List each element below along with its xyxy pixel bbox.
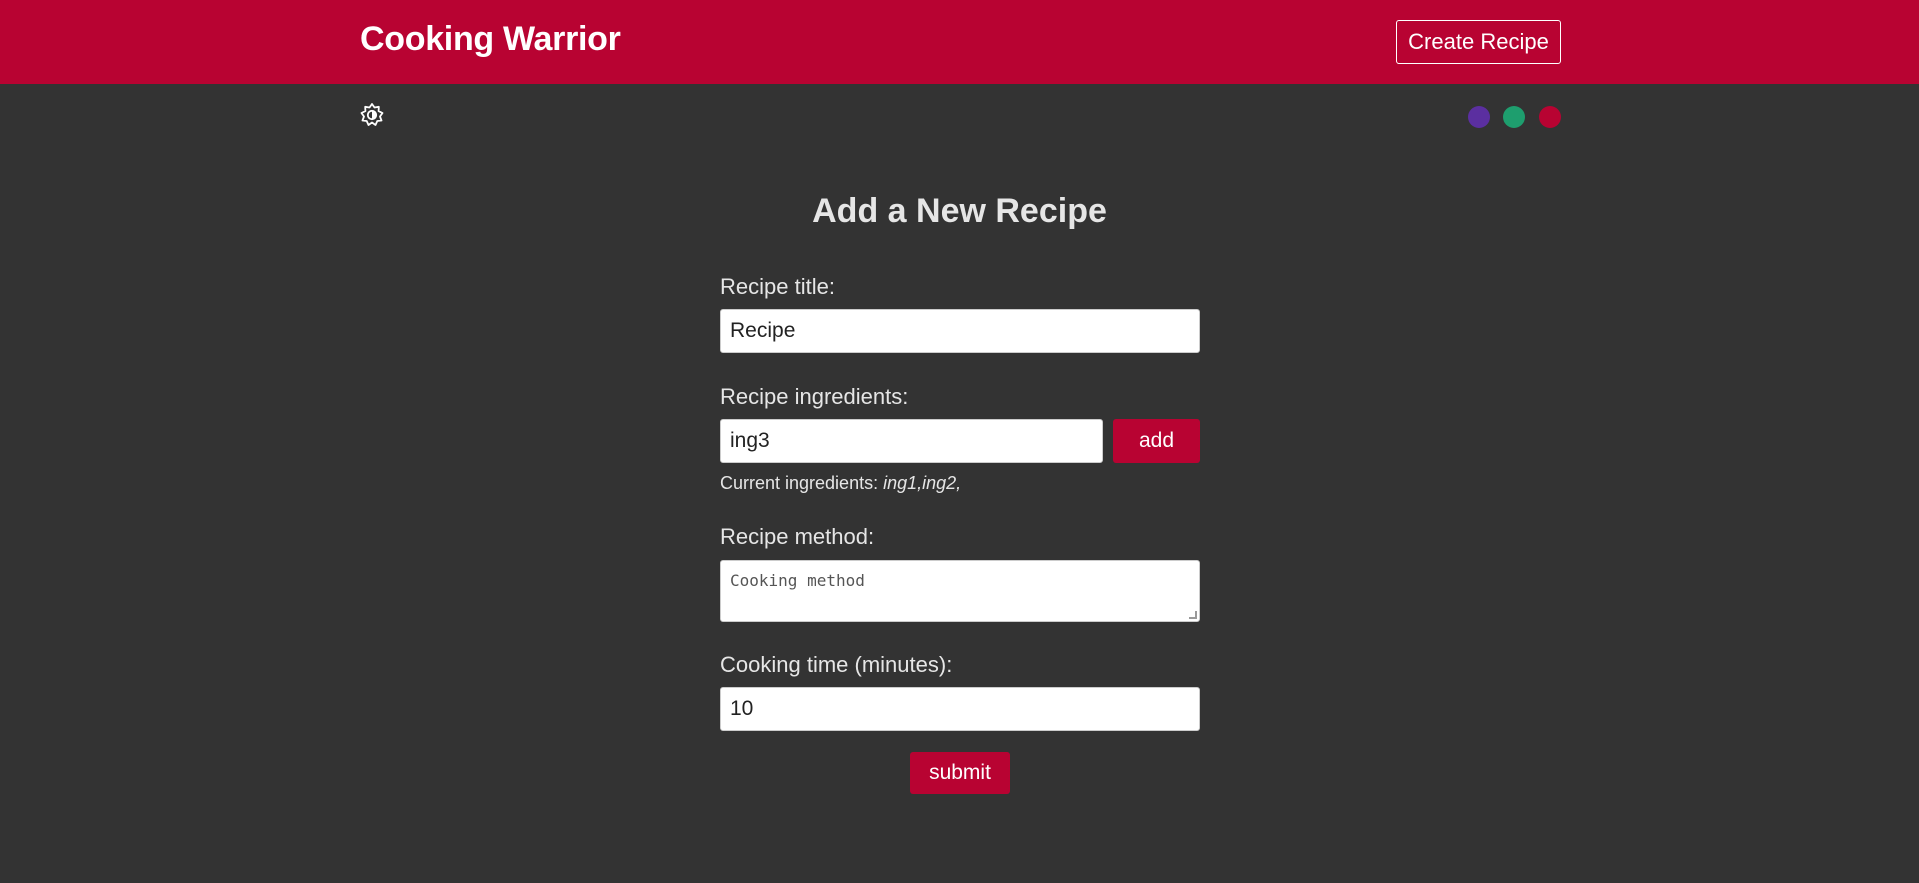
page-title: Add a New Recipe xyxy=(812,192,1107,230)
theme-dot-red[interactable] xyxy=(1539,106,1561,128)
add-ingredient-button[interactable]: add xyxy=(1113,419,1200,463)
brightness-icon[interactable] xyxy=(360,103,384,127)
cooking-time-label: Cooking time (minutes): xyxy=(720,652,953,677)
theme-toolbar xyxy=(0,84,1919,150)
ingredient-input[interactable]: ing3 xyxy=(720,419,1103,463)
current-ingredients-label: Current ingredients: xyxy=(720,473,879,493)
navbar: Cooking Warrior Create Recipe xyxy=(0,0,1919,84)
create-recipe-button[interactable]: Create Recipe xyxy=(1396,20,1561,64)
current-ingredients-list: ing1,ing2, xyxy=(883,473,962,493)
recipe-title-label: Recipe title: xyxy=(720,274,835,299)
recipe-method-textarea[interactable]: Cooking method xyxy=(720,560,1200,622)
current-ingredients: Current ingredients: ing1,ing2, xyxy=(720,473,961,494)
cooking-time-input[interactable]: 10 xyxy=(720,687,1200,731)
recipe-ingredients-label: Recipe ingredients: xyxy=(720,384,909,409)
submit-button[interactable]: submit xyxy=(910,752,1010,794)
theme-dot-purple[interactable] xyxy=(1468,106,1490,128)
recipe-title-input[interactable]: Recipe xyxy=(720,309,1200,353)
theme-dot-green[interactable] xyxy=(1503,106,1525,128)
recipe-method-label: Recipe method: xyxy=(720,524,875,549)
recipe-method-text: Cooking method xyxy=(730,571,865,590)
resize-handle-icon[interactable] xyxy=(1189,611,1197,619)
brand-title[interactable]: Cooking Warrior xyxy=(360,20,621,59)
